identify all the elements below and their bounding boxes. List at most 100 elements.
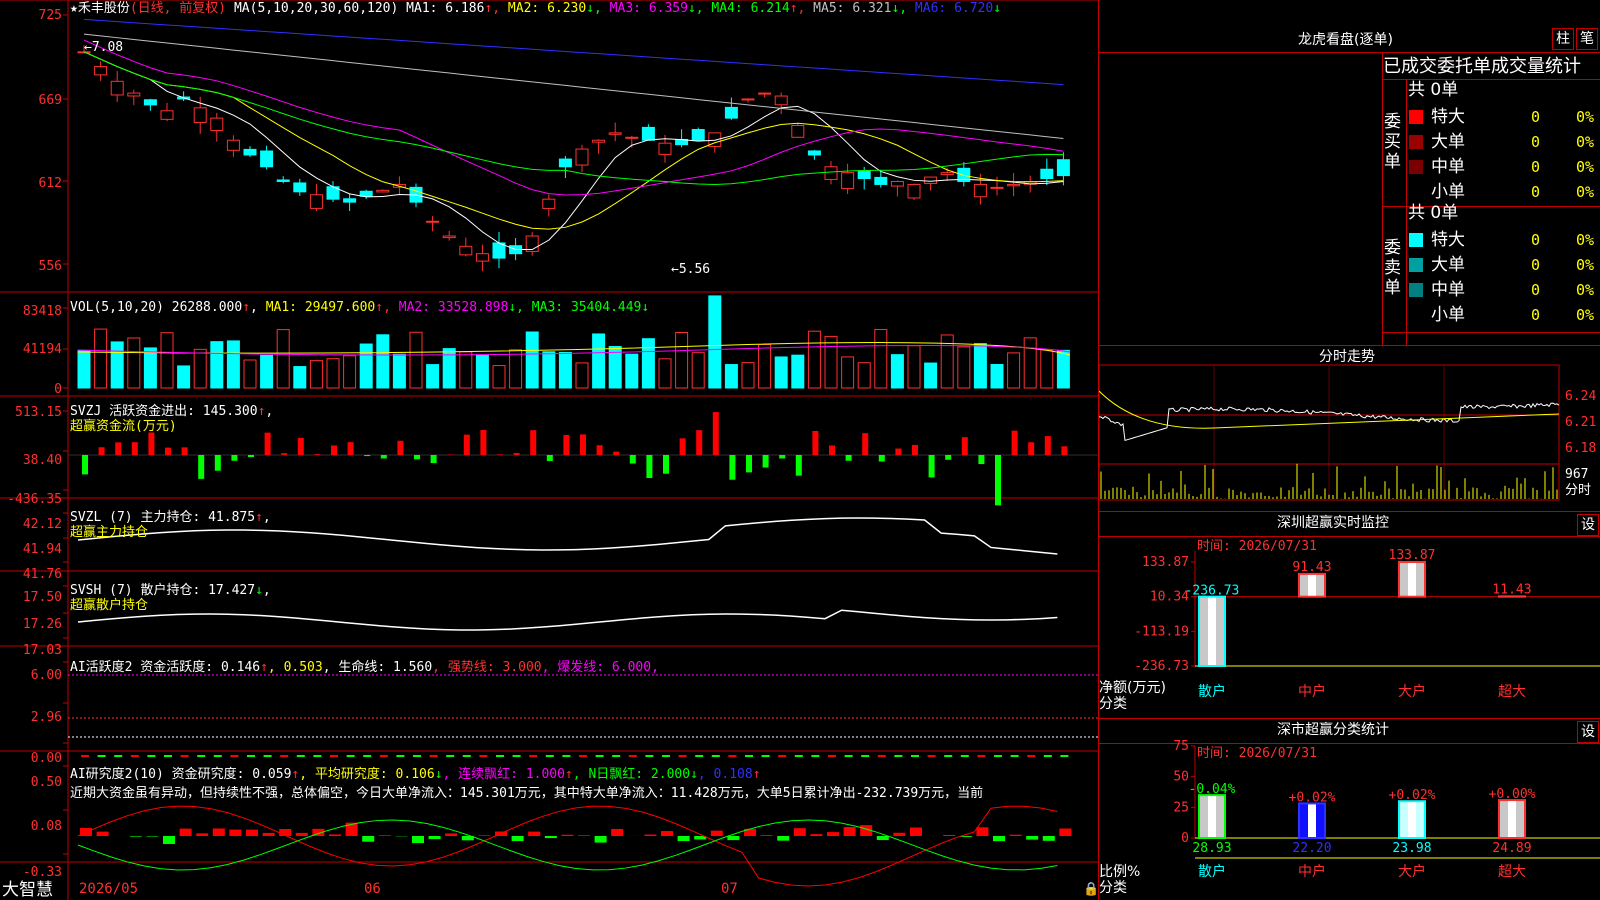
max-price-label: 7.08 (91, 40, 124, 55)
intraday-chart-svg[interactable] (1099, 346, 1600, 511)
svzl-axis-label: 42.12 (22, 517, 62, 532)
classify-bar-label: 22.20 (1292, 841, 1331, 856)
research-bar (295, 832, 308, 836)
flow-bar (995, 455, 1001, 506)
order-color-swatch (1409, 110, 1423, 124)
ai2-extra: , 0.108 (697, 767, 753, 782)
intraday-axis-label: 6.21 (1565, 415, 1597, 430)
ma-arrow: ↑, (789, 1, 806, 16)
flow-bar (563, 434, 570, 455)
candle (724, 106, 738, 119)
ma5-line (83, 33, 1064, 139)
intraday-vol-label: 分时 (1565, 483, 1592, 498)
kline-chart-area[interactable]: ★禾丰股份(日线, 前复权) MA(5,10,20,30,60,120) MA1… (0, 0, 1099, 900)
order-type-label: 小单 (1431, 305, 1465, 325)
flow-bar (231, 455, 238, 461)
research-bar (412, 836, 424, 844)
activity-bar (1060, 755, 1069, 757)
research-bar (677, 836, 690, 842)
order-percent: 0% (1576, 183, 1595, 201)
research-bar (478, 835, 491, 836)
flow-bar (1028, 442, 1035, 455)
candle (924, 176, 938, 184)
flow-bar (314, 454, 321, 455)
max-price-marker: ←7.08 (84, 40, 124, 55)
research-bar (578, 835, 590, 836)
vol-value: 26288.000 (171, 300, 243, 315)
candle (359, 190, 373, 197)
flow-bar (978, 455, 985, 465)
lock-icon[interactable]: 🔒 (1083, 882, 1099, 897)
volume-bar (741, 362, 755, 389)
classify-change-label: -0.04% (1189, 782, 1236, 797)
flow-bar (397, 440, 404, 455)
volume-bar (525, 331, 539, 389)
volume-bar (509, 349, 523, 389)
flow-bar (480, 430, 487, 455)
volume-bar (127, 337, 141, 389)
activity-bar (678, 755, 687, 757)
activity-bar (645, 755, 654, 757)
activity-bar (164, 755, 172, 757)
activity-bar (711, 755, 720, 757)
volume-bar (276, 329, 290, 389)
monitor-bar-highlight (1308, 574, 1316, 596)
price-axis-label: 725 (38, 8, 62, 23)
classify-bar-label: 24.89 (1492, 841, 1531, 856)
order-percent: 0% (1576, 306, 1595, 324)
ma6-line (83, 18, 1064, 86)
activity-bar (180, 755, 189, 757)
ai2-avg: , 平均研究度: 0.106 (299, 767, 435, 782)
activity-bar (280, 755, 289, 757)
ai-activity-header: AI活跃度2 资金活跃度: 0.146↑, 0.503, 生命线: 1.560,… (70, 660, 659, 675)
ma-value: MA1: 6.186 (406, 1, 485, 16)
volume-bar (326, 358, 340, 389)
candle (758, 92, 772, 95)
activity-bar (778, 755, 787, 757)
intraday-axis-label: 6.24 (1565, 389, 1597, 404)
ma-value: MA3: 6.359 (601, 1, 688, 16)
order-color-swatch (1409, 308, 1423, 322)
volume-bar (343, 355, 357, 389)
main-chart-svg[interactable] (0, 0, 1098, 900)
flow-bar (1061, 446, 1068, 455)
ai1-value2: , 0.503 (267, 660, 323, 675)
sell-side-label: 委卖单 (1384, 238, 1401, 298)
ma-arrow: ↓, (687, 1, 704, 16)
flow-bar (945, 455, 952, 460)
activity-bar (628, 755, 637, 757)
flow-bar (580, 434, 586, 455)
candle (625, 136, 639, 139)
ai2-axis-label: 0.50 (30, 775, 62, 790)
research-bar (1009, 834, 1022, 836)
classify-bar-label: 23.98 (1392, 841, 1431, 856)
ai1-end: , (651, 660, 659, 675)
tick-mode-button[interactable]: 笔 (1576, 28, 1598, 50)
flow-bar (297, 437, 304, 455)
flow-bar (762, 455, 769, 468)
activity-bar (844, 755, 853, 757)
flow-bar (696, 430, 703, 455)
candle (691, 129, 705, 141)
volume-bar (824, 335, 838, 389)
ma-arrow: ↑, (484, 1, 501, 16)
volume-bar (641, 338, 655, 389)
volume-bar (542, 351, 556, 389)
research-bar (561, 834, 574, 836)
candle (376, 189, 390, 193)
candle (940, 172, 954, 176)
vol-header: VOL(5,10,20) 26288.000↑, MA1: 29497.600↑… (70, 300, 650, 315)
monitor-axis-label: 133.87 (1142, 555, 1189, 570)
monitor-bar-highlight (1408, 563, 1416, 596)
order-count: 0 (1531, 281, 1541, 299)
candle (193, 107, 207, 123)
activity-bar (81, 755, 89, 757)
volume-bar (874, 329, 888, 389)
volume-bar (758, 343, 772, 389)
bar-mode-button[interactable]: 柱 (1552, 28, 1574, 50)
research-bar (910, 827, 922, 836)
intraday-panel[interactable]: 分时走势 6.24 6.21 6.18 967 分时 (1099, 346, 1600, 511)
classify-axis-label: 75 (1173, 739, 1189, 754)
volume-bar (475, 354, 489, 389)
classify-axis-label: 0 (1181, 831, 1189, 846)
